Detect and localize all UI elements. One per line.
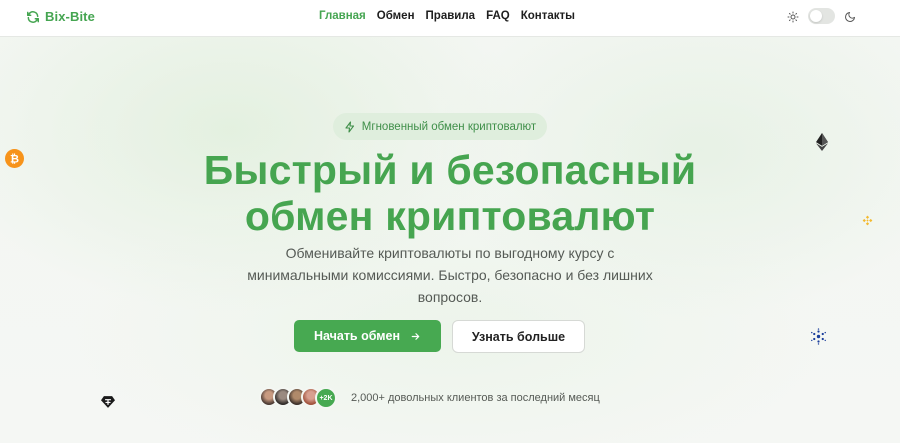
nav-item-home[interactable]: Главная xyxy=(319,10,366,22)
social-proof-text: 2,000+ довольных клиентов за последний м… xyxy=(351,392,600,404)
svg-text:₿: ₿ xyxy=(10,152,19,165)
social-proof: +2K 2,000+ довольных клиентов за последн… xyxy=(259,387,600,409)
theme-switcher xyxy=(787,8,856,24)
start-exchange-label: Начать обмен xyxy=(313,329,401,343)
tether-icon xyxy=(101,395,115,413)
logo-text: Bix-Bite xyxy=(45,9,95,24)
logo[interactable]: Bix-Bite xyxy=(26,9,95,24)
binance-icon xyxy=(861,214,874,232)
hero-badge-text: Мгновенный обмен криптовалют xyxy=(361,120,537,133)
top-navbar: Bix-Bite Главная Обмен Правила FAQ Конта… xyxy=(0,0,900,37)
nav-item-exchange[interactable]: Обмен xyxy=(377,10,415,22)
arrow-right-icon xyxy=(410,331,421,342)
learn-more-button[interactable]: Узнать больше xyxy=(452,320,585,353)
start-exchange-button[interactable]: Начать обмен xyxy=(294,320,441,352)
moon-icon xyxy=(844,10,856,22)
ethereum-icon xyxy=(815,133,829,156)
avatar-more-count: +2K xyxy=(315,387,337,409)
nav-item-contacts[interactable]: Контакты xyxy=(521,10,575,22)
nav-item-faq[interactable]: FAQ xyxy=(486,10,510,22)
theme-toggle[interactable] xyxy=(808,8,835,24)
refresh-icon xyxy=(26,10,40,24)
hero-badge: Мгновенный обмен криптовалют xyxy=(333,113,547,140)
hero-subtitle: Обменивайте криптовалюты по выгодному ку… xyxy=(247,245,653,305)
hero-title-line1: Быстрый и безопасный xyxy=(203,147,697,193)
hero-title-line2: обмен криптовалют xyxy=(244,193,656,239)
main-nav: Главная Обмен Правила FAQ Контакты xyxy=(319,10,575,22)
hero-title: Быстрый и безопасный обмен криптовалют xyxy=(0,147,900,239)
lightning-icon xyxy=(344,120,356,133)
sun-icon xyxy=(787,10,799,23)
nav-item-rules[interactable]: Правила xyxy=(426,10,476,22)
avatar-group: +2K xyxy=(259,387,337,409)
bitcoin-icon: ₿ xyxy=(5,149,24,173)
cardano-icon xyxy=(810,328,827,350)
